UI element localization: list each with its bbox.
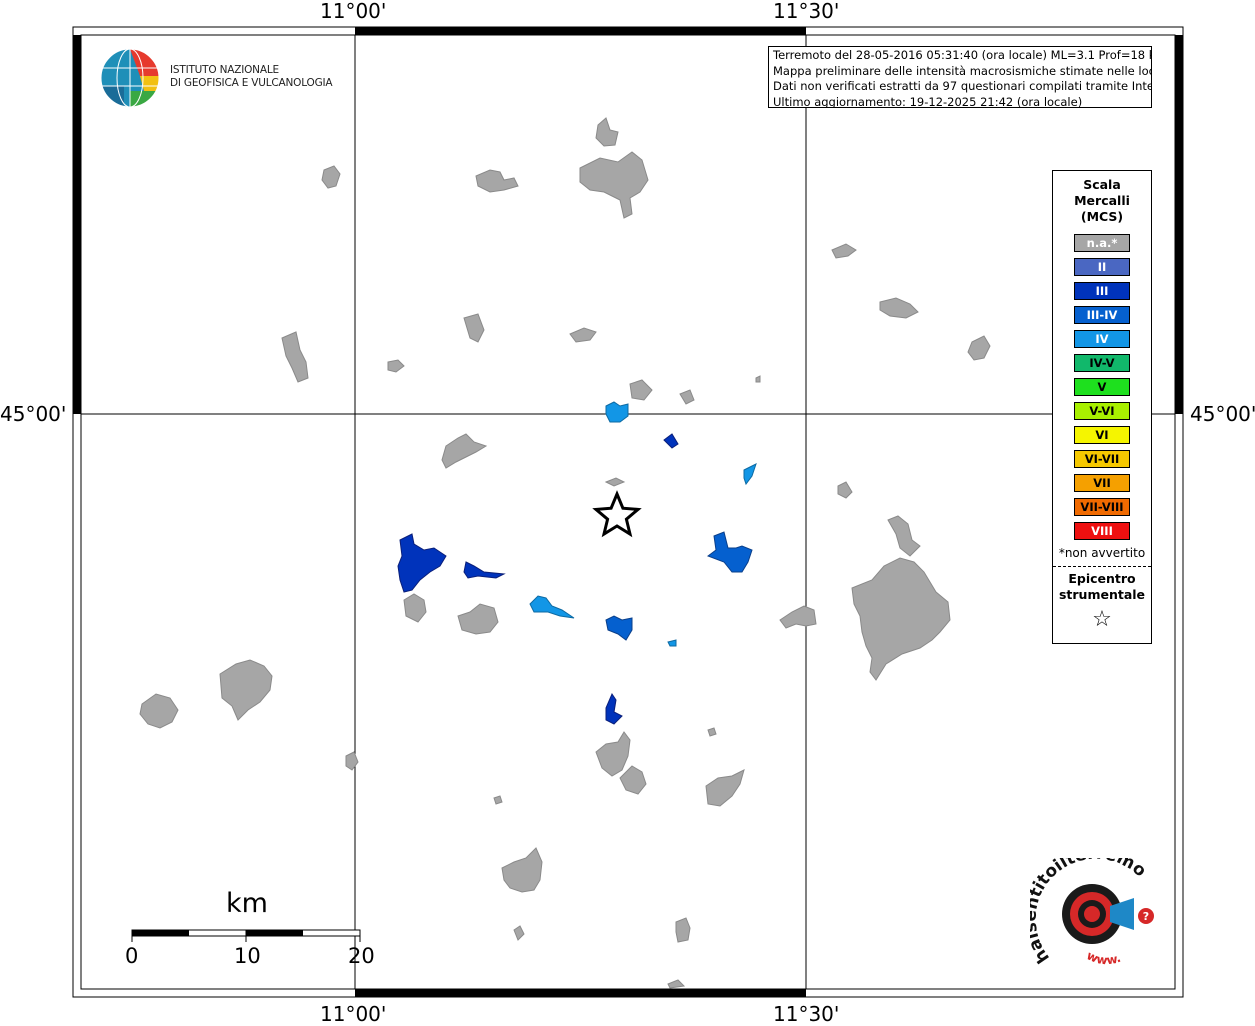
municipality (475, 169, 519, 193)
svg-text:?: ? (1143, 910, 1149, 923)
legend-item: VI (1074, 426, 1130, 444)
event-info-line1: Terremoto del 28-05-2016 05:31:40 (ora l… (773, 48, 1152, 62)
event-info-box: Terremoto del 28-05-2016 05:31:40 (ora l… (768, 46, 1152, 108)
municipality (667, 979, 686, 989)
coord-top-1100: 11°00' (320, 0, 387, 23)
coord-top-1130: 11°30' (773, 0, 840, 23)
frame-bar-left (73, 35, 81, 414)
municipality (139, 693, 179, 729)
legend-item: IV (1074, 330, 1130, 348)
legend-epicenter-line: strumentale (1058, 587, 1146, 602)
coord-left-4500: 45°00' (0, 402, 67, 426)
ingv-name-line1: ISTITUTO NAZIONALE (170, 64, 279, 76)
municipality-intensity-III (463, 561, 506, 579)
legend-note: *non avvertito (1058, 546, 1146, 560)
municipality (707, 727, 717, 737)
event-info-line3: Dati non verificati estratti da 97 quest… (773, 79, 1152, 93)
municipality (837, 481, 853, 499)
municipality (831, 243, 857, 259)
hsit-logo-www: www. (1085, 948, 1123, 967)
legend-separator (1053, 566, 1151, 567)
frame-bar-bottom (355, 989, 806, 997)
scale-label-10: 10 (234, 944, 261, 968)
legend-item: V-VI (1074, 402, 1130, 420)
municipality (441, 433, 488, 469)
municipality (321, 165, 341, 189)
municipality (345, 751, 359, 771)
municipality (595, 731, 631, 777)
frame-bar-right (1175, 35, 1183, 414)
scale-label-0: 0 (125, 944, 139, 968)
event-info-line2: Mappa preliminare delle intensità macros… (773, 63, 1152, 78)
legend-epicenter-label: Epicentro strumentale (1053, 571, 1151, 603)
legend-items: n.a.* II III III-IV IV IV-V V V-VI VI VI-VII VII VI… (1053, 234, 1151, 540)
municipality (879, 297, 919, 319)
municipality (967, 335, 991, 361)
legend-item: VII (1074, 474, 1130, 492)
coord-right-4500: 45°00' (1190, 402, 1255, 426)
municipality (851, 557, 951, 681)
municipality (595, 117, 619, 147)
scale-label-20: 20 (348, 944, 375, 968)
municipality-intensity-IV (605, 401, 629, 423)
municipalities-na (139, 117, 991, 989)
scale-unit: km (226, 888, 268, 919)
coord-bottom-1130: 11°30' (773, 1002, 840, 1026)
municipality (705, 769, 745, 807)
legend-title-line: Mercalli (1074, 193, 1130, 208)
legend-item: V (1074, 378, 1130, 396)
municipality (513, 925, 525, 941)
municipality (679, 389, 695, 405)
hsit-logo-icon: ? haisentitoilterremoto.it www. (1021, 843, 1154, 967)
municipality-intensity-III-IV (706, 531, 753, 573)
legend-item: VIII (1074, 522, 1130, 540)
legend-title-line: (MCS) (1080, 209, 1124, 224)
legend-item: III-IV (1074, 306, 1130, 324)
municipality-intensity-III (605, 692, 623, 725)
frame-bar-top (355, 27, 806, 35)
ingv-name-line2: DI GEOFISICA E VULCANOLOGIA (170, 77, 333, 89)
municipality-intensity-III (397, 533, 447, 593)
legend-item: II (1074, 258, 1130, 276)
municipality (569, 327, 597, 343)
municipality (403, 593, 427, 623)
municipality-intensity-IV (529, 595, 575, 619)
legend-epicenter-line: Epicentro (1068, 571, 1136, 586)
municipality-intensity-IV (743, 463, 757, 486)
municipality (604, 477, 626, 487)
coord-bottom-1100: 11°00' (320, 1002, 387, 1026)
municipality (579, 151, 649, 219)
legend-star-icon: ☆ (1092, 607, 1112, 632)
legend-item: VI-VII (1074, 450, 1130, 468)
scale-bar (131, 929, 361, 942)
legend-item: IV-V (1074, 354, 1130, 372)
municipality (779, 605, 817, 629)
municipality-intensity-IV (667, 639, 677, 647)
legend-item: VII-VIII (1074, 498, 1130, 516)
legend-item: n.a.* (1074, 234, 1130, 252)
municipality (387, 359, 405, 373)
hsit-logo: ? haisentitoilterremoto.it www. (1021, 843, 1166, 976)
municipality (675, 917, 691, 943)
event-info-line4: Ultimo aggiornamento: 19-12-2025 21:42 (… (773, 94, 1083, 108)
municipality (501, 847, 543, 893)
legend-item: III (1074, 282, 1130, 300)
municipality (493, 795, 503, 805)
municipality (457, 603, 499, 635)
municipality-intensity-III (663, 433, 679, 449)
municipality (629, 379, 653, 401)
municipality (463, 313, 485, 343)
mcs-legend: Scala Mercalli (MCS) n.a.* II III III-IV IV I… (1052, 170, 1152, 644)
municipality-intensity-III-IV (605, 615, 633, 641)
legend-title: Scala Mercalli (MCS) (1053, 177, 1151, 225)
municipality (219, 659, 273, 721)
epicenter-star (592, 490, 642, 538)
municipality (887, 515, 921, 557)
ingv-globe-icon (100, 48, 160, 108)
municipality (281, 331, 309, 383)
ingv-logo: ISTITUTO NAZIONALE DI GEOFISICA E VULCAN… (100, 46, 360, 110)
municipality (755, 375, 761, 383)
legend-title-line: Scala (1083, 177, 1121, 192)
municipality (619, 765, 647, 795)
